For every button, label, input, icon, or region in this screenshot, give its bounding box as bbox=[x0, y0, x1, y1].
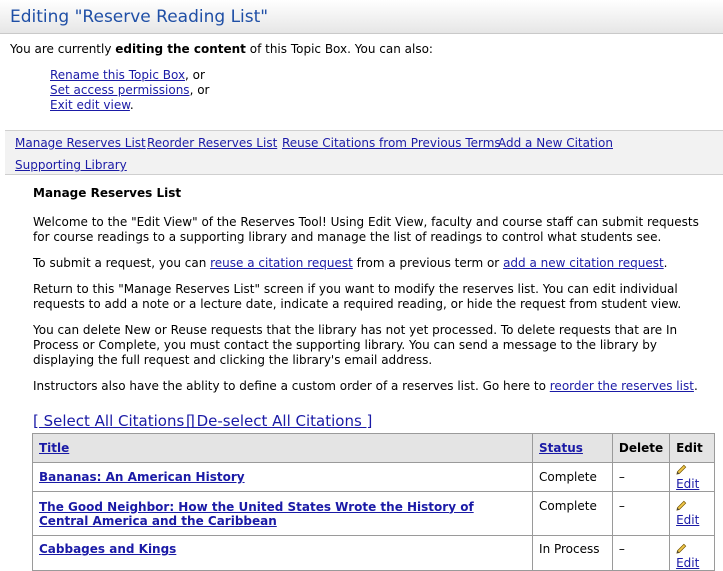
delete-column-header: Delete bbox=[611, 433, 671, 463]
citation-title-link[interactable]: The Good Neighbor: How the United States… bbox=[39, 500, 474, 528]
tab-bar: Manage Reserves List Reorder Reserves Li… bbox=[5, 130, 723, 175]
edit-citation-link[interactable]: Edit bbox=[676, 556, 699, 570]
edit-column-header: Edit bbox=[669, 433, 715, 463]
citation-edit-cell: Edit bbox=[669, 491, 715, 536]
welcome-paragraph: Welcome to the "Edit View" of the Reserv… bbox=[33, 215, 699, 244]
set-permissions-link[interactable]: Set access permissions bbox=[50, 83, 190, 97]
citation-title-cell: Bananas: An American History bbox=[31, 462, 534, 492]
sort-by-status-link[interactable]: Status bbox=[539, 441, 583, 455]
main-content: Manage Reserves List Welcome to the "Edi… bbox=[33, 186, 705, 405]
citation-title-cell: The Good Neighbor: How the United States… bbox=[31, 491, 534, 536]
intro-text: You are currently editing the content of… bbox=[10, 42, 433, 56]
table-header-row: Title Status Delete Edit bbox=[31, 433, 715, 463]
citation-edit-cell: Edit bbox=[669, 462, 715, 492]
option-rename: Rename this Topic Box, or bbox=[50, 68, 205, 82]
title-column-header[interactable]: Title bbox=[31, 433, 534, 463]
citation-delete: – bbox=[611, 491, 671, 536]
reorder-paragraph: Instructors also have the ablity to defi… bbox=[33, 379, 698, 393]
select-all-button[interactable]: [ Select All Citations ] bbox=[33, 412, 195, 430]
tab-reorder-reserves[interactable]: Reorder Reserves List bbox=[147, 136, 277, 150]
tab-supporting-library[interactable]: Supporting Library bbox=[15, 158, 127, 172]
option-exit: Exit edit view. bbox=[50, 98, 134, 112]
status-column-header[interactable]: Status bbox=[532, 433, 613, 463]
pencil-icon[interactable] bbox=[676, 500, 687, 511]
exit-edit-view-link[interactable]: Exit edit view bbox=[50, 98, 130, 112]
citation-title-link[interactable]: Bananas: An American History bbox=[39, 470, 245, 484]
citations-table: Title Status Delete Edit Bananas: An Ame… bbox=[31, 433, 715, 571]
pencil-icon[interactable] bbox=[676, 464, 687, 475]
reorder-list-link[interactable]: reorder the reserves list bbox=[550, 379, 694, 393]
citation-title-cell: Cabbages and Kings bbox=[31, 535, 534, 571]
table-row: The Good Neighbor: How the United States… bbox=[31, 491, 715, 536]
option-permissions: Set access permissions, or bbox=[50, 83, 210, 97]
citation-status: Complete bbox=[532, 491, 613, 536]
citation-delete: – bbox=[611, 462, 671, 492]
citation-status: In Process bbox=[532, 535, 613, 571]
edit-citation-link[interactable]: Edit bbox=[676, 477, 699, 491]
reuse-citation-link[interactable]: reuse a citation request bbox=[210, 256, 353, 270]
table-row: Cabbages and Kings In Process – Edit bbox=[31, 535, 715, 571]
page-title: Editing "Reserve Reading List" bbox=[10, 7, 269, 27]
tab-reuse-citations[interactable]: Reuse Citations from Previous Terms bbox=[282, 136, 501, 150]
title-bar: Editing "Reserve Reading List" bbox=[0, 0, 723, 34]
submit-paragraph: To submit a request, you can reuse a cit… bbox=[33, 256, 668, 270]
table-row: Bananas: An American History Complete – … bbox=[31, 462, 715, 492]
citation-delete: – bbox=[611, 535, 671, 571]
citation-edit-cell: Edit bbox=[669, 535, 715, 571]
section-heading: Manage Reserves List bbox=[33, 186, 182, 200]
citation-title-link[interactable]: Cabbages and Kings bbox=[39, 542, 176, 556]
edit-citation-link[interactable]: Edit bbox=[676, 513, 699, 527]
options-list: Rename this Topic Box, or Set access per… bbox=[50, 68, 209, 113]
delete-paragraph: You can delete New or Reuse requests tha… bbox=[33, 323, 678, 367]
rename-link[interactable]: Rename this Topic Box bbox=[50, 68, 185, 82]
tab-add-citation[interactable]: Add a New Citation bbox=[498, 136, 613, 150]
citation-status: Complete bbox=[532, 462, 613, 492]
sort-by-title-link[interactable]: Title bbox=[39, 441, 69, 455]
deselect-all-button[interactable]: [ De-select All Citations ] bbox=[186, 412, 372, 430]
add-citation-link[interactable]: add a new citation request bbox=[503, 256, 664, 270]
tab-manage-reserves[interactable]: Manage Reserves List bbox=[15, 136, 146, 150]
modify-paragraph: Return to this "Manage Reserves List" sc… bbox=[33, 282, 682, 311]
